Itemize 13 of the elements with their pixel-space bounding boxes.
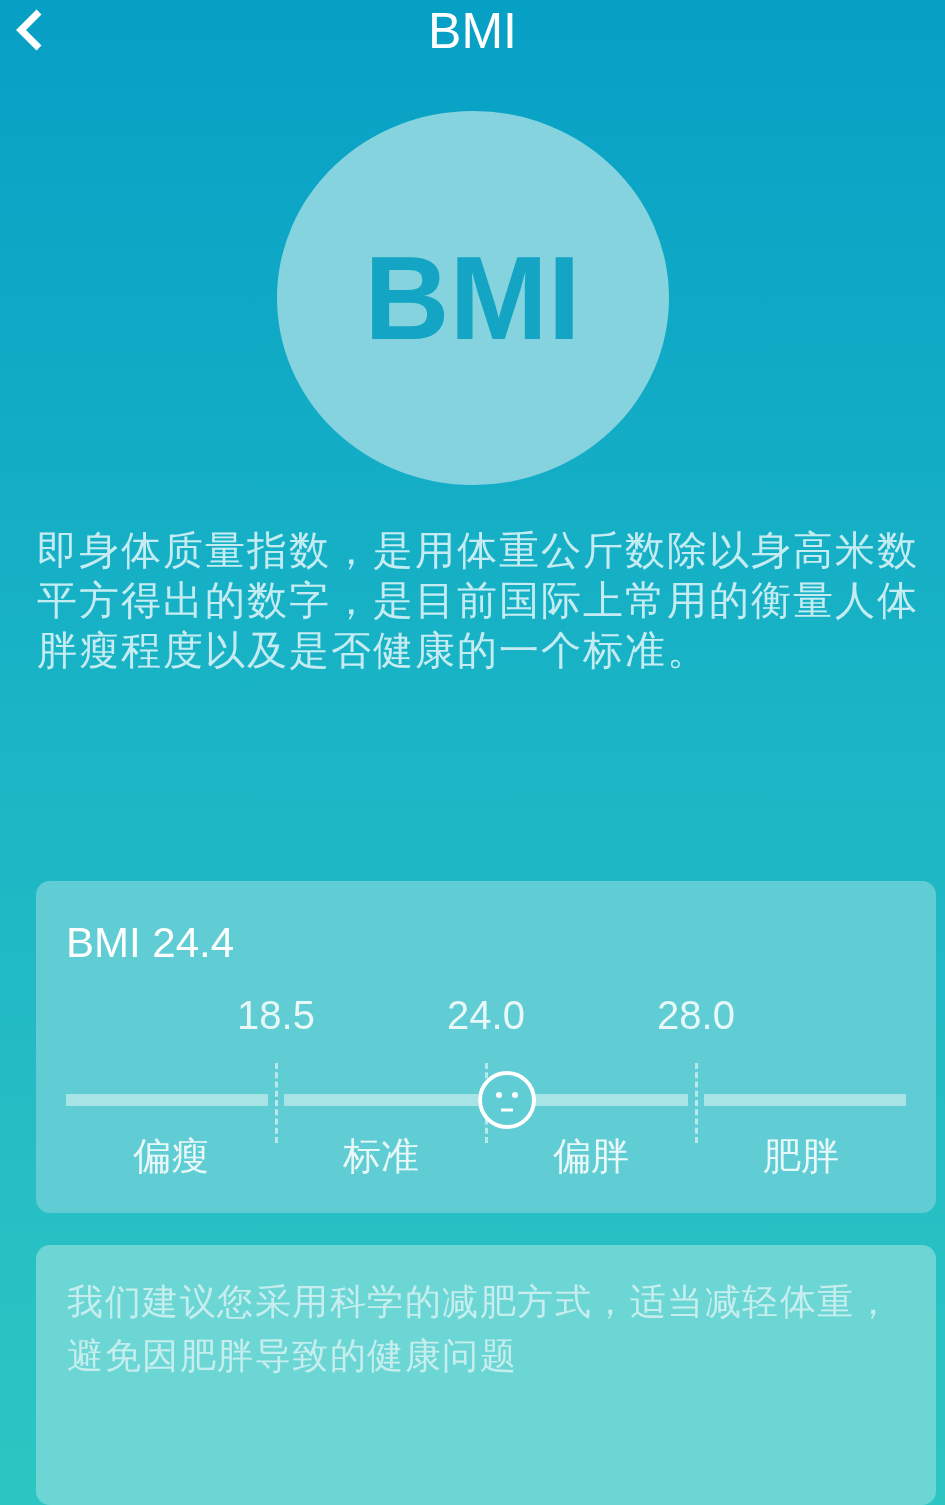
threshold-label: 28.0 — [657, 993, 735, 1038]
page-title: BMI — [428, 2, 517, 61]
threshold-label: 24.0 — [447, 993, 525, 1038]
category-label: 偏瘦 — [132, 1133, 210, 1180]
description-text: 即身体质量指数，是用体重公斤数除以身高米数平方得出的数字，是目前国际上常用的衡量人体胖瘦程度以及是否健康的一个标准。 — [37, 526, 920, 675]
category-label: 肥胖 — [762, 1133, 840, 1180]
face-icon[interactable] — [477, 1070, 537, 1130]
threshold-label: 18.5 — [237, 993, 315, 1038]
category-label: 偏胖 — [552, 1133, 630, 1180]
category-label: 标准 — [342, 1133, 420, 1180]
advice-text: 我们建议您采用科学的减肥方式，适当减轻体重，避免因肥胖导致的健康问题 — [67, 1280, 893, 1378]
bmi-badge: BMI — [276, 110, 669, 485]
bmi-value: BMI 24.4 — [66, 919, 236, 967]
